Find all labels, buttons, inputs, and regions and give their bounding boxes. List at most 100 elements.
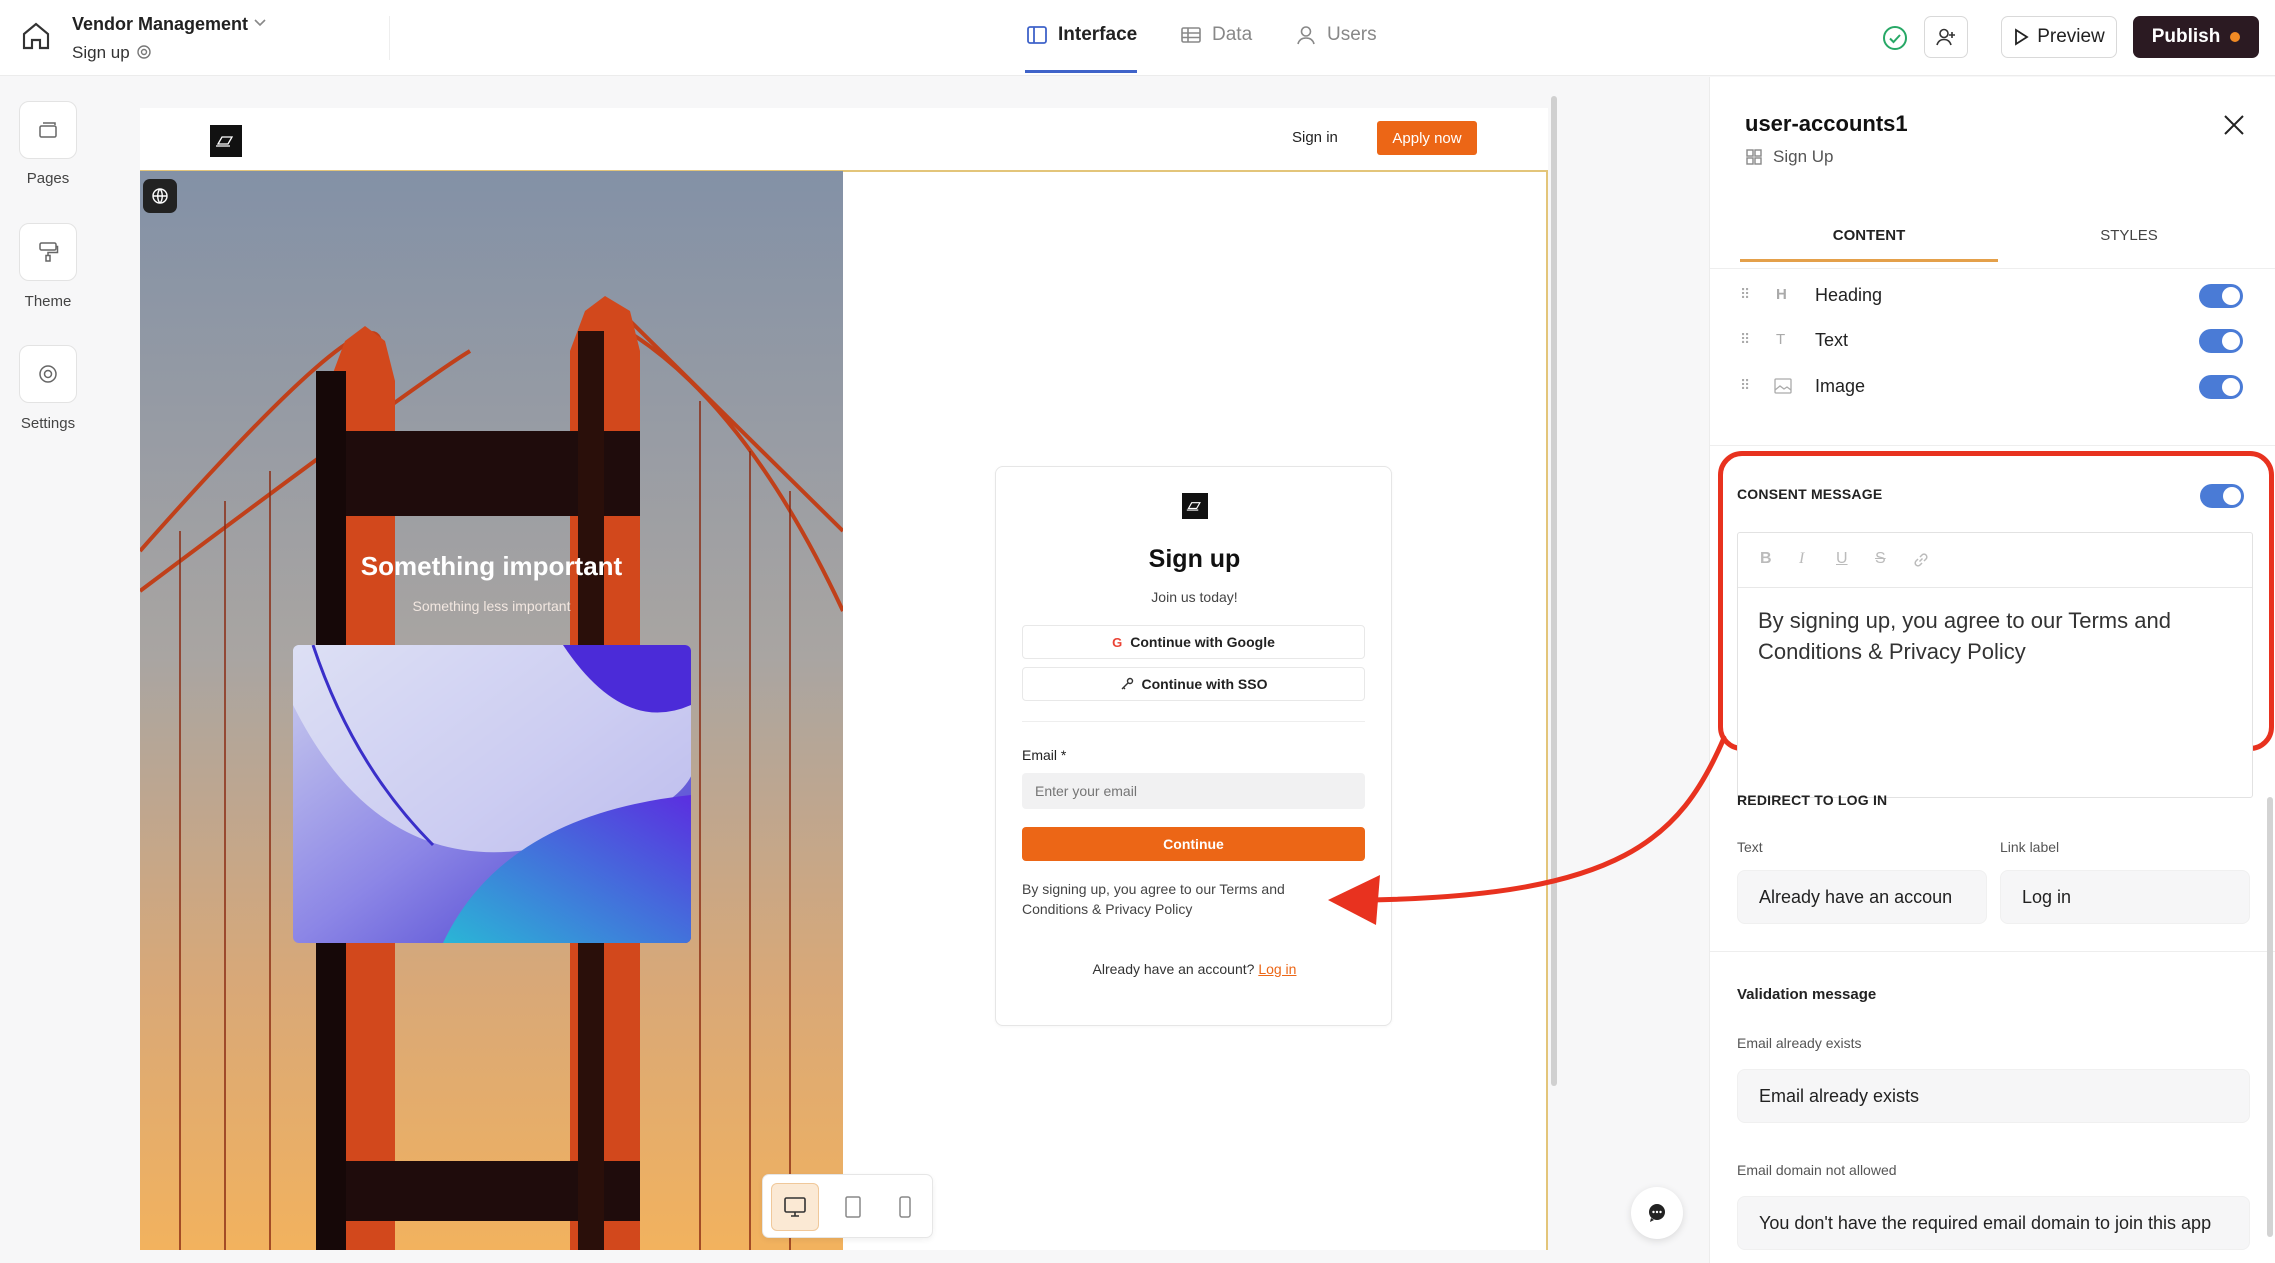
gear-icon (36, 362, 60, 386)
email-domain-input[interactable]: You don't have the required email domain… (1737, 1196, 2250, 1250)
chevron-down-icon[interactable] (252, 14, 268, 30)
consent-heading: CONSENT MESSAGE (1737, 486, 1883, 502)
heading-toggle[interactable] (2199, 284, 2243, 308)
home-icon[interactable] (20, 20, 52, 52)
component-row-text: ⠿ T Text (1740, 325, 2250, 357)
google-icon: G (1112, 634, 1123, 650)
canvas-scrollbar[interactable] (1551, 96, 1557, 1086)
email-label: Email * (1022, 747, 1067, 763)
tab-interface[interactable]: Interface (1026, 24, 1137, 46)
preview-button[interactable]: Preview (2001, 16, 2117, 58)
divider (1710, 268, 2275, 269)
signup-title: Sign up (1148, 545, 1241, 573)
component-label: Text (1815, 330, 1849, 350)
drag-handle-icon[interactable]: ⠿ (1740, 286, 1751, 303)
publish-button[interactable]: Publish (2133, 16, 2259, 58)
hero-abstract-image (293, 645, 691, 943)
already-text: Already have an account? (1092, 961, 1255, 977)
link-icon[interactable] (1912, 551, 1930, 569)
publish-label: Publish (2151, 26, 2221, 47)
site-logo[interactable] (210, 125, 242, 157)
paint-roller-icon (36, 240, 60, 264)
chat-button[interactable] (1631, 1187, 1683, 1239)
tab-users[interactable]: Users (1295, 24, 1377, 46)
image-icon (1774, 378, 1792, 394)
play-icon (2013, 28, 2029, 46)
tab-label: Data (1212, 24, 1253, 45)
close-icon[interactable] (2221, 112, 2247, 138)
redirect-link-label: Link label (2000, 839, 2060, 855)
component-row-image: ⠿ Image (1740, 371, 2250, 403)
apply-now-button[interactable]: Apply now (1377, 121, 1477, 155)
strikethrough-icon[interactable]: S (1875, 550, 1886, 568)
nav-signin-link[interactable]: Sign in (1292, 129, 1338, 146)
user-plus-icon (1935, 26, 1957, 48)
divider (1710, 951, 2275, 952)
consent-message-input[interactable]: By signing up, you agree to our Terms an… (1758, 605, 2228, 667)
continue-button[interactable]: Continue (1022, 827, 1365, 861)
email-domain-label: Email domain not allowed (1737, 1162, 1897, 1178)
panel-scrollbar[interactable] (2267, 797, 2273, 1237)
mobile-view-button[interactable] (885, 1183, 925, 1231)
text-toggle[interactable] (2199, 329, 2243, 353)
consent-text: By signing up, you agree to our Terms an… (1022, 881, 1285, 917)
login-link[interactable]: Log in (1258, 961, 1296, 977)
invite-user-button[interactable] (1924, 16, 1968, 58)
tab-underline (1740, 259, 1998, 262)
google-signin-button[interactable]: G Continue with Google (1022, 625, 1365, 659)
drag-handle-icon[interactable]: ⠿ (1740, 377, 1751, 394)
signup-logo (1182, 493, 1208, 519)
email-exists-label: Email already exists (1737, 1035, 1862, 1051)
underline-icon[interactable]: U (1836, 550, 1848, 568)
redirect-text-label: Text (1737, 839, 1763, 855)
rail-label: Settings (20, 415, 76, 432)
chat-icon (1646, 1202, 1668, 1224)
page-settings-icon[interactable] (136, 44, 152, 60)
tab-content[interactable]: CONTENT (1740, 227, 1998, 244)
desktop-view-button[interactable] (771, 1183, 819, 1231)
globe-button[interactable] (143, 179, 177, 213)
italic-icon[interactable]: I (1799, 550, 1804, 568)
panel-subtitle-row: Sign Up (1745, 147, 1833, 167)
bold-icon[interactable]: B (1760, 550, 1772, 568)
properties-panel: user-accounts1 Sign Up CONTENT STYLES ⠿ … (1709, 77, 2275, 1263)
tablet-icon (844, 1195, 862, 1219)
component-label: Image (1815, 376, 1866, 396)
redirect-heading: REDIRECT TO LOG IN (1737, 792, 1888, 808)
email-input[interactable] (1022, 773, 1365, 809)
tab-data[interactable]: Data (1180, 24, 1252, 46)
app-name[interactable]: Vendor Management (72, 14, 248, 35)
layout-icon (1026, 24, 1048, 46)
sso-signin-button[interactable]: Continue with SSO (1022, 667, 1365, 701)
left-rail: Pages Theme Settings (0, 77, 96, 1263)
image-toggle[interactable] (2199, 375, 2243, 399)
globe-icon (151, 187, 169, 205)
drag-handle-icon[interactable]: ⠿ (1740, 331, 1751, 348)
theme-button[interactable] (19, 223, 77, 281)
table-icon (1180, 24, 1202, 46)
consent-toggle[interactable] (2200, 484, 2244, 508)
page-name[interactable]: Sign up (72, 43, 130, 63)
rail-label: Pages (26, 170, 70, 187)
tablet-view-button[interactable] (833, 1183, 873, 1231)
settings-button[interactable] (19, 345, 77, 403)
grid-icon (1745, 148, 1763, 166)
email-exists-input[interactable]: Email already exists (1737, 1069, 2250, 1123)
hero-subtitle: Something less important (412, 598, 571, 614)
redirect-text-input[interactable]: Already have an accoun (1737, 870, 1987, 924)
validation-heading: Validation message (1737, 986, 1877, 1003)
panel-subtitle: Sign Up (1773, 147, 1834, 166)
consent-editor: B I U S By signing up, you agree to our … (1737, 532, 2253, 798)
text-icon: T (1776, 331, 1786, 348)
component-row-heading: ⠿ H Heading (1740, 280, 2250, 312)
signup-subtitle: Join us today! (1151, 589, 1238, 605)
tab-styles[interactable]: STYLES (2000, 227, 2258, 244)
page-canvas: Sign in Apply now Something important So… (140, 108, 1548, 1250)
redirect-link-input[interactable]: Log in (2000, 870, 2250, 924)
hero-title: Something important (360, 551, 623, 581)
key-icon (1120, 677, 1134, 691)
pages-button[interactable] (19, 101, 77, 159)
divider (389, 16, 390, 60)
pages-icon (36, 118, 60, 142)
editor-toolbar: B I U S (1738, 533, 2252, 588)
